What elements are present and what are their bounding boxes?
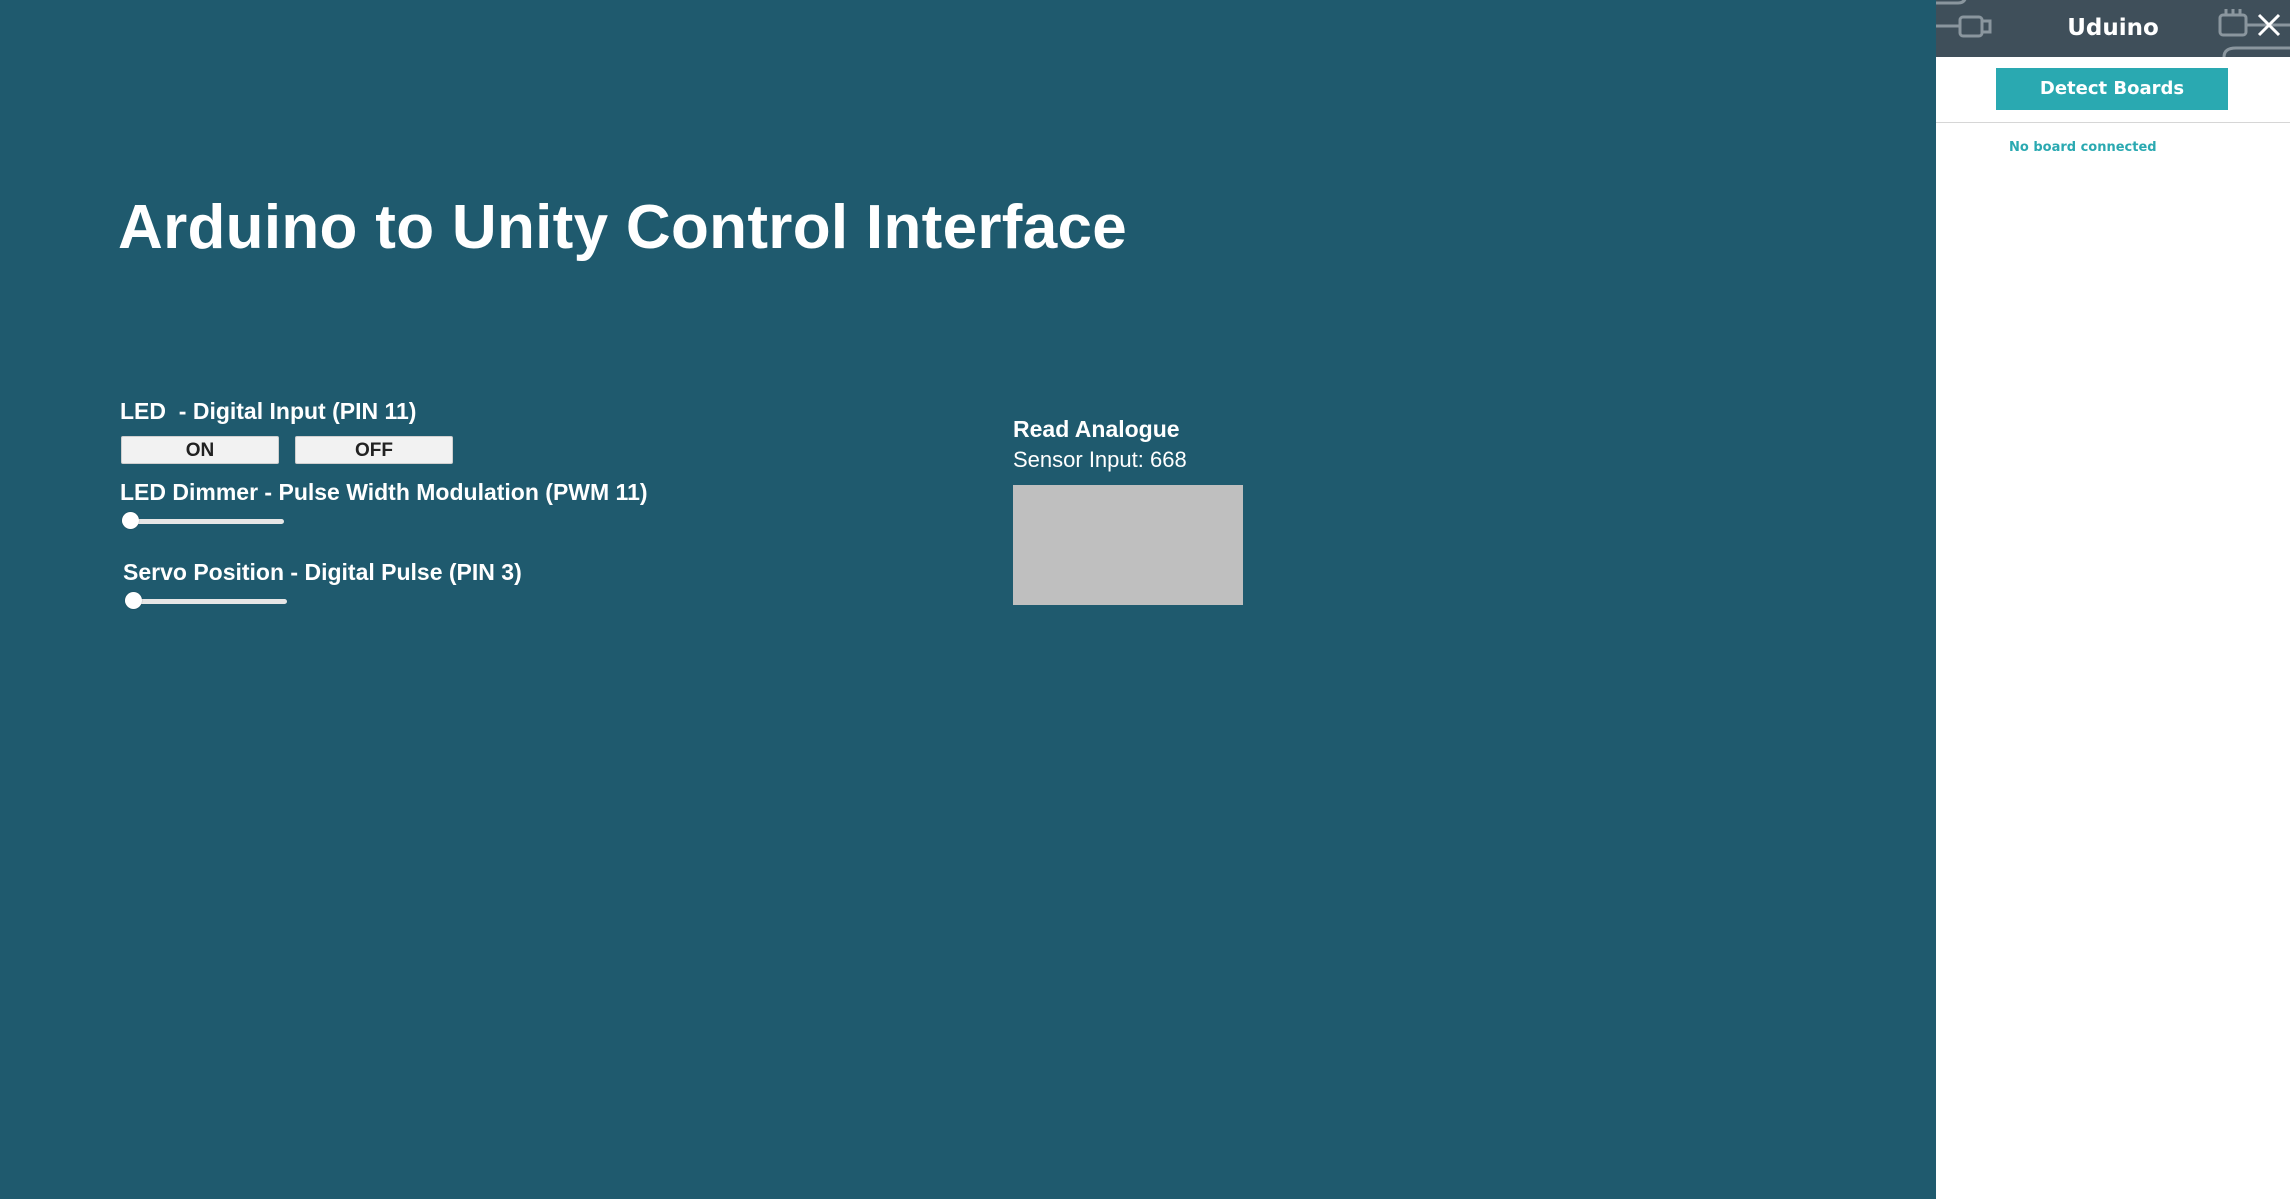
uduino-panel: Uduino Detect Boards No board connected — [1936, 0, 2290, 1199]
sensor-input-text: Sensor Input: 668 — [1013, 447, 1187, 472]
sensor-display-box — [1013, 485, 1243, 605]
detect-boards-button[interactable]: Detect Boards — [1996, 68, 2228, 110]
read-analogue-heading: Read Analogue — [1013, 416, 1180, 442]
led-off-button[interactable]: OFF — [295, 436, 453, 464]
board-status-text: No board connected — [2009, 140, 2157, 155]
led-label: LED - Digital Input (PIN 11) — [120, 398, 417, 424]
dimmer-slider[interactable] — [122, 512, 284, 530]
servo-slider-thumb[interactable] — [125, 592, 142, 609]
dimmer-slider-track — [122, 519, 284, 524]
servo-slider[interactable] — [125, 592, 287, 610]
page-title: Arduino to Unity Control Interface — [118, 193, 1128, 262]
led-on-button[interactable]: ON — [121, 436, 279, 464]
dimmer-label: LED Dimmer - Pulse Width Modulation (PWM… — [120, 479, 648, 505]
servo-label: Servo Position - Digital Pulse (PIN 3) — [123, 559, 522, 585]
panel-divider — [1936, 122, 2290, 123]
close-icon[interactable] — [2254, 10, 2284, 40]
main-area: Arduino to Unity Control Interface LED -… — [0, 0, 1936, 1199]
app-root: Arduino to Unity Control Interface LED -… — [0, 0, 2290, 1199]
servo-slider-track — [125, 599, 287, 604]
dimmer-slider-thumb[interactable] — [122, 512, 139, 529]
panel-header: Uduino — [1936, 0, 2290, 58]
